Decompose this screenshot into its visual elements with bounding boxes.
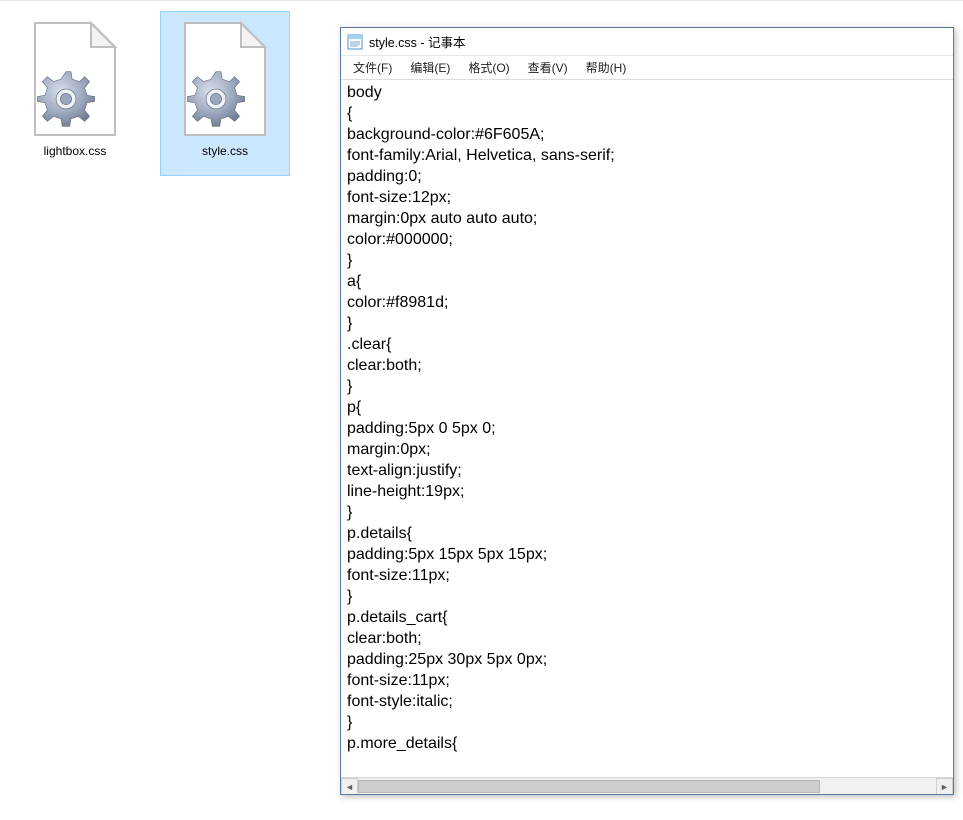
menu-format[interactable]: 格式(O) [460, 57, 517, 78]
menu-help[interactable]: 帮助(H) [578, 57, 635, 78]
horizontal-scrollbar[interactable]: ◄ ► [341, 777, 953, 794]
scroll-left-arrow-icon[interactable]: ◄ [341, 778, 358, 794]
text-editor[interactable]: body { background-color:#6F605A; font-fa… [341, 80, 953, 777]
titlebar[interactable]: style.css - 记事本 [341, 28, 953, 56]
scroll-thumb[interactable] [358, 780, 820, 793]
gear-icon [35, 68, 97, 130]
css-file-icon [25, 20, 125, 140]
menu-edit[interactable]: 编辑(E) [402, 57, 458, 78]
window-title: style.css - 记事本 [369, 32, 466, 51]
menu-file[interactable]: 文件(F) [345, 57, 400, 78]
notepad-icon [347, 34, 363, 50]
file-label: lightbox.css [44, 144, 107, 158]
editor-area: body { background-color:#6F605A; font-fa… [341, 80, 953, 794]
file-item-lightbox-css[interactable]: lightbox.css [10, 11, 140, 176]
scroll-right-arrow-icon[interactable]: ► [936, 778, 953, 794]
explorer-window: lightbox.css [0, 0, 963, 820]
file-label: style.css [202, 144, 248, 158]
menu-view[interactable]: 查看(V) [520, 57, 576, 78]
css-file-icon [175, 20, 275, 140]
gear-icon [185, 68, 247, 130]
menubar: 文件(F) 编辑(E) 格式(O) 查看(V) 帮助(H) [341, 56, 953, 80]
scroll-track[interactable] [358, 778, 936, 794]
file-item-style-css[interactable]: style.css [160, 11, 290, 176]
file-grid: lightbox.css [10, 11, 290, 176]
notepad-window: style.css - 记事本 文件(F) 编辑(E) 格式(O) 查看(V) … [340, 27, 954, 795]
